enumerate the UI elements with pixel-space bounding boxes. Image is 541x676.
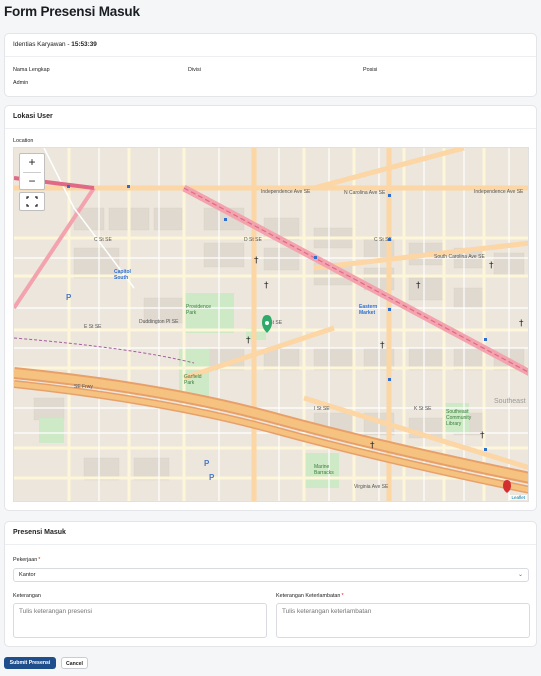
svg-text:P: P: [209, 473, 215, 482]
svg-text:South Carolina Ave SE: South Carolina Ave SE: [434, 254, 485, 260]
svg-text:K St SE: K St SE: [414, 406, 432, 412]
svg-text:†: †: [370, 441, 375, 451]
svg-text:Duddington Pl SE: Duddington Pl SE: [139, 319, 179, 325]
svg-text:Independence Ave SE: Independence Ave SE: [474, 189, 524, 195]
svg-text:C St SE: C St SE: [94, 237, 112, 243]
svg-text:†: †: [489, 261, 494, 271]
location-map[interactable]: † † † † † † † † † Independence Ave SE Independ…: [13, 147, 529, 502]
svg-text:†: †: [380, 341, 385, 351]
svg-text:Virginia Ave SE: Virginia Ave SE: [354, 484, 389, 490]
map-attribution-link[interactable]: Leaflet: [509, 495, 527, 500]
zoom-out-button[interactable]: −: [21, 173, 43, 190]
identity-card: Identias Karyawan - 15:53:39 Nama Lengka…: [4, 33, 537, 97]
svg-text:†: †: [246, 336, 251, 346]
keterlambatan-label-text: Keterangan Keterlambatan: [276, 593, 341, 599]
pekerjaan-selected-value: Kantor: [19, 572, 36, 578]
pekerjaan-select[interactable]: Kantor ⌄: [13, 568, 529, 582]
pekerjaan-label-text: Pekerjaan: [13, 557, 38, 563]
svg-text:†: †: [416, 281, 421, 291]
svg-text:†: †: [254, 256, 259, 266]
svg-text:SE Frwy: SE Frwy: [74, 384, 93, 390]
svg-text:†: †: [264, 281, 269, 291]
svg-text:P: P: [66, 293, 72, 302]
field-value-nama: Admin: [13, 80, 29, 86]
svg-text:Library: Library: [446, 421, 462, 427]
svg-text:E St SE: E St SE: [84, 324, 102, 330]
presensi-card: Presensi Masuk Pekerjaan* Kantor ⌄ Keter…: [4, 521, 537, 647]
svg-text:Southeast: Southeast: [494, 398, 526, 405]
field-label-posisi: Posisi: [363, 67, 378, 73]
location-card: Lokasi User Location † † † † † † † † † I…: [4, 105, 537, 511]
svg-text:Barracks: Barracks: [314, 470, 334, 476]
page-title: Form Presensi Masuk: [4, 4, 140, 19]
submit-button[interactable]: Submit Presensi: [4, 657, 56, 669]
required-mark: *: [38, 557, 41, 563]
fullscreen-button[interactable]: [19, 192, 45, 211]
svg-text:Park: Park: [184, 380, 195, 386]
zoom-control: + −: [19, 153, 45, 190]
zoom-in-button[interactable]: +: [21, 154, 43, 171]
svg-text:N Carolina Ave SE: N Carolina Ave SE: [344, 190, 386, 196]
svg-text:Market: Market: [359, 310, 375, 316]
svg-text:P: P: [204, 459, 210, 468]
chevron-down-icon: ⌄: [517, 572, 523, 578]
svg-text:D St SE: D St SE: [244, 237, 262, 243]
svg-text:†: †: [519, 319, 524, 329]
identity-heading: Identias Karyawan: [13, 41, 66, 48]
identity-header: Identias Karyawan - 15:53:39: [5, 34, 536, 57]
keterlambatan-textarea[interactable]: [276, 603, 530, 638]
field-label-divisi: Divisi: [188, 67, 201, 73]
keterangan-label: Keterangan: [13, 593, 41, 599]
location-heading: Lokasi User: [5, 106, 536, 129]
svg-text:South: South: [114, 275, 128, 281]
presensi-heading: Presensi Masuk: [5, 522, 536, 545]
svg-text:C St SE: C St SE: [374, 237, 392, 243]
svg-text:Park: Park: [186, 310, 197, 316]
field-label-nama: Nama Lengkap: [13, 67, 50, 73]
location-label: Location: [13, 138, 34, 144]
svg-text:†: †: [480, 431, 485, 441]
svg-text:Independence Ave SE: Independence Ave SE: [261, 189, 311, 195]
keterlambatan-label: Keterangan Keterlambatan*: [276, 593, 344, 599]
cancel-button[interactable]: Cancel: [61, 657, 88, 669]
svg-text:I St SE: I St SE: [314, 406, 330, 412]
pekerjaan-label: Pekerjaan*: [13, 557, 40, 563]
keterangan-textarea[interactable]: [13, 603, 267, 638]
clock-time: 15:53:39: [71, 41, 97, 48]
map-tiles: † † † † † † † † † Independence Ave SE Independ…: [14, 148, 528, 501]
fullscreen-icon: [26, 196, 38, 207]
required-mark: *: [341, 593, 344, 599]
